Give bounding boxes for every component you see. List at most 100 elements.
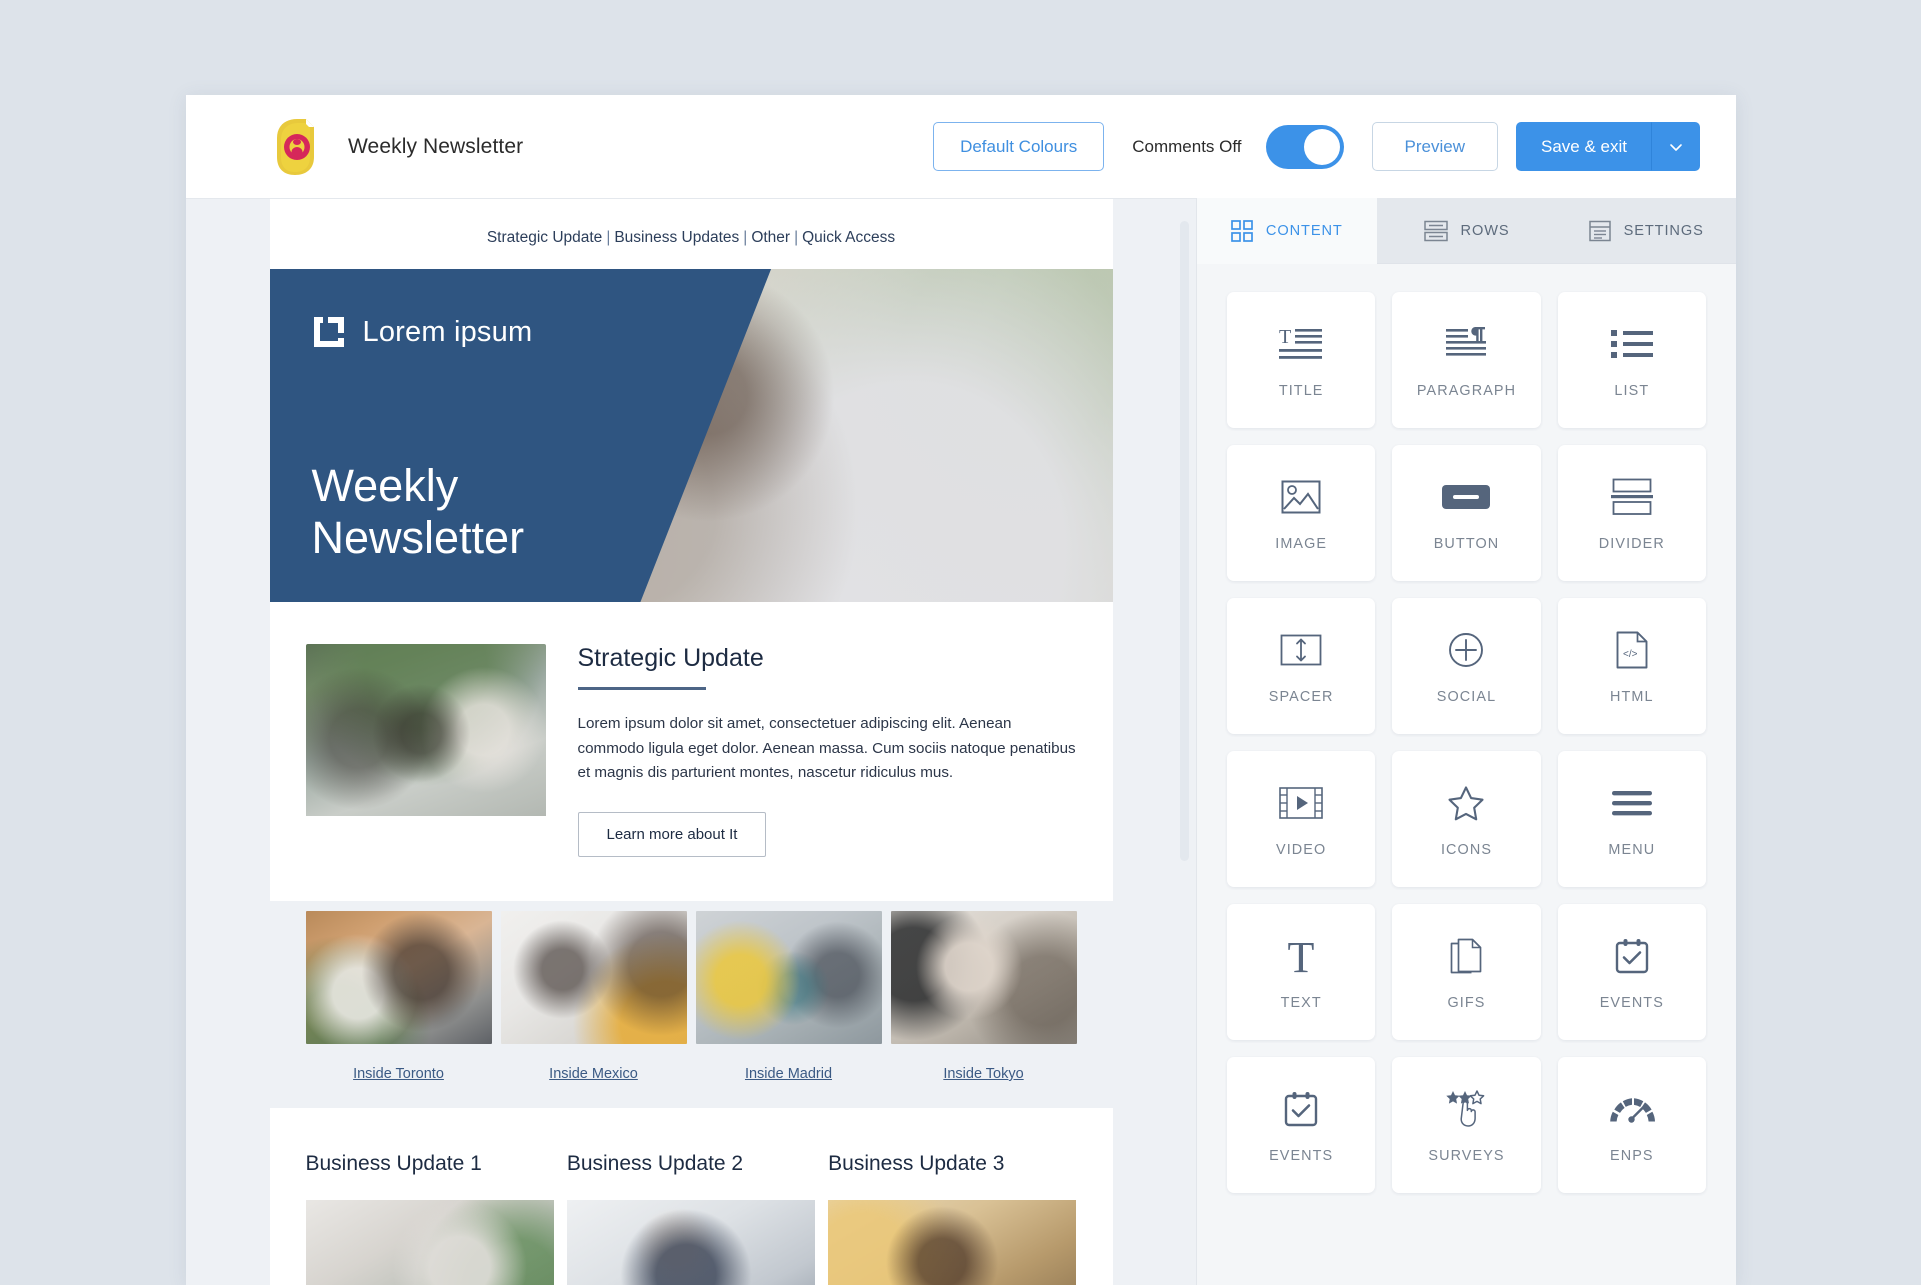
content-block-label: ICONS [1440,842,1493,858]
chevron-down-icon [1669,143,1682,151]
nav-link-strategic-update[interactable]: Strategic Update [487,229,602,246]
city-cell[interactable] [305,910,492,1044]
cities-section[interactable]: Inside Toronto Inside Mexico Inside Madr… [269,900,1113,1108]
content-block-paragraph[interactable]: PARAGRAPH [1392,292,1541,428]
tab-content-label: CONTENT [1265,222,1343,239]
app-header: Weekly Newsletter Default Colours Commen… [186,95,1736,198]
pages-icon [1451,938,1482,974]
serif-t-icon: T [1288,936,1315,976]
content-block-label: GIFS [1447,995,1486,1011]
city-link-tokyo[interactable]: Inside Tokyo [943,1066,1023,1082]
save-options-dropdown[interactable] [1652,122,1700,171]
city-photo-tokyo [890,910,1077,1044]
calendar-check-icon [1284,1092,1318,1127]
content-block-menu[interactable]: MENU [1557,751,1706,887]
content-block-social[interactable]: SOCIAL [1392,598,1541,734]
canvas-scroll-area: Strategic Update | Business Updates | Other |… [186,199,1196,1285]
business-updates-section[interactable]: Business Update 1 Business Update 2 Busi… [269,1107,1113,1285]
content-block-button[interactable]: BUTTON [1392,445,1541,581]
content-block-label: DIVIDER [1598,536,1665,552]
email-document: Strategic Update | Business Updates | Other |… [269,199,1113,1285]
email-canvas: Strategic Update | Business Updates | Other |… [186,198,1196,1285]
city-label-cell: Inside Toronto [306,1044,492,1108]
hero-banner[interactable]: Lorem ipsum Weekly Newsletter [269,269,1113,602]
svg-text:T: T [1279,326,1291,348]
hero-content: Lorem ipsum Weekly Newsletter [312,269,732,602]
save-and-exit-button[interactable]: Save & exit [1516,122,1652,171]
grid-squares-icon [1231,219,1253,242]
city-link-mexico[interactable]: Inside Mexico [549,1066,638,1082]
business-update-title: Business Update 3 [828,1151,1005,1175]
nav-separator: | [794,229,799,246]
business-update-photo-2 [566,1199,816,1285]
content-block-html[interactable]: </> HTML [1557,598,1706,734]
video-filmstrip-icon [1279,787,1323,819]
city-cell[interactable] [890,910,1077,1044]
content-block-events[interactable]: EVENTS [1557,904,1706,1040]
tab-settings[interactable]: SETTINGS [1556,198,1736,264]
hero-title: Weekly Newsletter [312,460,525,564]
hero-title-line-2: Newsletter [311,511,525,563]
city-photo-toronto [305,910,492,1044]
city-cell[interactable] [695,910,882,1044]
save-button-group: Save & exit [1516,122,1700,171]
city-link-toronto[interactable]: Inside Toronto [353,1066,444,1082]
comments-toggle[interactable] [1265,124,1344,169]
business-update-cell[interactable]: Business Update 1 [305,1152,554,1285]
strategic-image[interactable] [305,644,546,857]
email-nav-links: Strategic Update | Business Updates | Other |… [269,199,1113,269]
content-block-icons[interactable]: ICONS [1392,751,1541,887]
content-block-enps[interactable]: ENPS [1557,1057,1706,1193]
spacer-icon [1280,634,1322,666]
business-update-photo-3 [828,1199,1077,1285]
content-block-label: TITLE [1278,383,1324,399]
star-icon [1448,786,1485,821]
learn-more-button[interactable]: Learn more about It [577,811,767,857]
content-block-title[interactable]: T TITLE [1227,292,1376,428]
tab-settings-label: SETTINGS [1623,222,1704,239]
content-block-video[interactable]: VIDEO [1227,751,1376,887]
strategic-update-section[interactable]: Strategic Update Lorem ipsum dolor sit a… [269,602,1113,901]
tab-rows[interactable]: ROWS [1376,198,1557,264]
hamburger-menu-icon [1611,791,1652,816]
business-update-cell[interactable]: Business Update 2 [566,1151,816,1285]
content-block-label: BUTTON [1433,536,1500,552]
city-link-madrid[interactable]: Inside Madrid [745,1066,832,1082]
monkey-shield-logo-icon [270,116,328,178]
list-icon [1610,330,1653,358]
content-block-surveys[interactable]: SURVEYS [1392,1057,1541,1193]
nav-link-other[interactable]: Other [751,229,790,246]
content-block-list[interactable]: LIST [1557,292,1706,428]
content-block-spacer[interactable]: SPACER [1227,598,1376,734]
default-colours-button[interactable]: Default Colours [933,122,1105,171]
hero-brand-name: Lorem ipsum [362,315,533,348]
content-block-label: IMAGE [1275,536,1328,552]
button-icon [1442,485,1491,509]
toggle-knob [1303,128,1340,165]
content-block-label: SPACER [1268,689,1334,705]
business-update-cell[interactable]: Business Update 3 [828,1151,1077,1285]
content-blocks-grid: T TITLE PARAGRAPH LIST IMAGE BUTTON DIVI… [1197,264,1736,1285]
city-label-cell: Inside Mexico [501,1044,687,1108]
canvas-scrollbar[interactable] [1180,221,1189,861]
content-block-text[interactable]: T TEXT [1227,904,1376,1040]
city-cell[interactable] [500,910,687,1044]
strategic-photo [305,644,546,816]
tab-rows-label: ROWS [1460,222,1510,239]
nav-link-business-updates[interactable]: Business Updates [614,229,739,246]
content-block-divider[interactable]: DIVIDER [1557,445,1706,581]
content-block-label: TEXT [1280,995,1322,1011]
business-update-title: Business Update 2 [566,1151,744,1175]
tab-content[interactable]: CONTENT [1197,198,1377,264]
preview-button[interactable]: Preview [1371,122,1498,171]
plus-circle-icon [1449,633,1484,667]
content-block-gifs[interactable]: GIFS [1392,904,1541,1040]
content-block-label: ENPS [1610,1148,1654,1164]
content-block-image[interactable]: IMAGE [1227,445,1376,581]
calendar-check-icon [1615,939,1649,974]
strategic-text-block: Strategic Update Lorem ipsum dolor sit a… [546,644,1077,857]
content-block-events-2[interactable]: EVENTS [1227,1057,1376,1193]
city-photo-mexico [500,910,687,1044]
nav-link-quick-access[interactable]: Quick Access [802,229,895,246]
business-updates-grid: Business Update 1 Business Update 2 Busi… [305,1151,1077,1285]
